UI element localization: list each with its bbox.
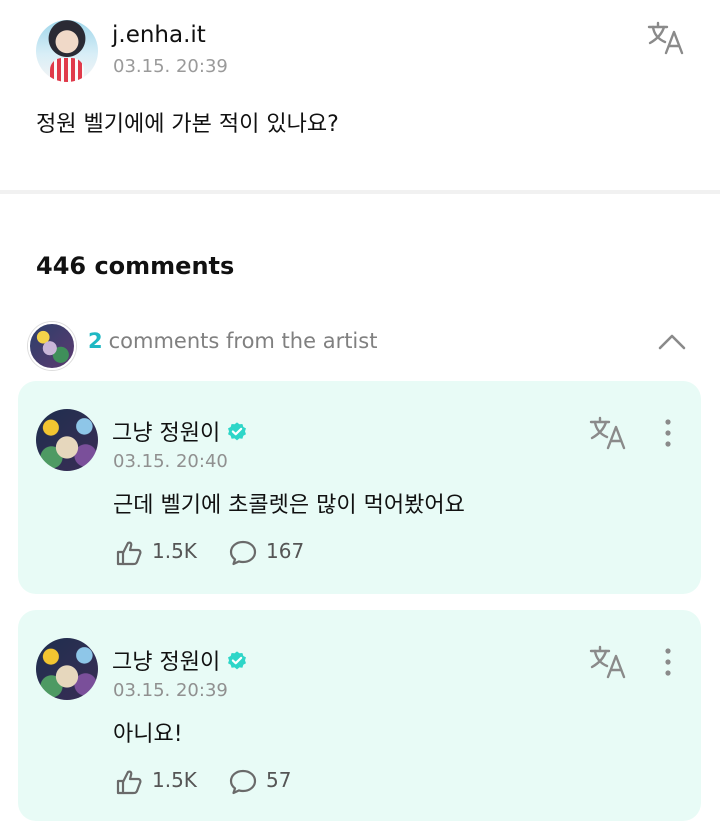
- comment-text: 근데 벨기에 초콜렛은 많이 먹어봤어요: [113, 493, 465, 518]
- reply-count: 57: [266, 768, 292, 792]
- artist-comments-toggle[interactable]: 2 comments from the artist: [28, 320, 692, 370]
- reply-bubble-icon: [229, 540, 257, 566]
- post-body: 정원 벨기에에 가본 적이 있나요?: [36, 112, 339, 137]
- post-author-name[interactable]: j.enha.it: [112, 22, 206, 48]
- reply-bubble-icon: [229, 769, 257, 795]
- post: j.enha.it 03.15. 20:39 정원 벨기에에 가본 적이 있나요…: [0, 0, 720, 190]
- comment-text: 아니요!: [113, 722, 183, 747]
- reply-count: 167: [266, 539, 305, 563]
- comment-timestamp: 03.15. 20:40: [113, 451, 228, 472]
- comment-timestamp: 03.15. 20:39: [113, 680, 228, 701]
- artist-comments-text: comments from the artist: [108, 329, 378, 353]
- reply-button[interactable]: 167: [228, 537, 318, 567]
- like-icon: [116, 770, 142, 795]
- comment-author[interactable]: 그냥 정원이: [112, 415, 248, 447]
- post-timestamp: 03.15. 20:39: [113, 56, 228, 77]
- more-options-icon[interactable]: [660, 646, 676, 678]
- like-button[interactable]: 1.5K: [114, 537, 214, 567]
- like-icon: [116, 541, 142, 566]
- artist-comment-card[interactable]: 그냥 정원이 03.15. 20:39 아니요! 1.5K 57: [18, 610, 701, 821]
- translate-icon[interactable]: [646, 20, 686, 56]
- artist-avatar: [28, 322, 76, 370]
- translate-icon[interactable]: [588, 415, 628, 451]
- comment-author-name: 그냥 정원이: [112, 421, 221, 446]
- comment-author-avatar[interactable]: [36, 638, 98, 700]
- artist-comments-label: 2 comments from the artist: [88, 329, 377, 353]
- author-avatar[interactable]: [36, 20, 98, 82]
- artist-comments-count: 2: [88, 329, 103, 353]
- verified-badge-icon: [228, 422, 247, 441]
- comment-author-name: 그냥 정원이: [112, 650, 221, 675]
- like-button[interactable]: 1.5K: [114, 766, 214, 796]
- post-page: j.enha.it 03.15. 20:39 정원 벨기에에 가본 적이 있나요…: [0, 0, 720, 839]
- reply-button[interactable]: 57: [228, 766, 318, 796]
- translate-icon[interactable]: [588, 644, 628, 680]
- comment-author[interactable]: 그냥 정원이: [112, 644, 248, 676]
- artist-comment-card[interactable]: 그냥 정원이 03.15. 20:40 근데 벨기에 초콜렛은 많이 먹어봤어요: [18, 381, 701, 594]
- like-count: 1.5K: [152, 539, 197, 563]
- more-options-icon[interactable]: [660, 417, 676, 449]
- comments-count: 446 comments: [36, 252, 235, 280]
- verified-badge-icon: [228, 651, 247, 670]
- like-count: 1.5K: [152, 768, 197, 792]
- comment-author-avatar[interactable]: [36, 409, 98, 471]
- chevron-up-icon[interactable]: [656, 330, 688, 354]
- section-divider: [0, 190, 720, 194]
